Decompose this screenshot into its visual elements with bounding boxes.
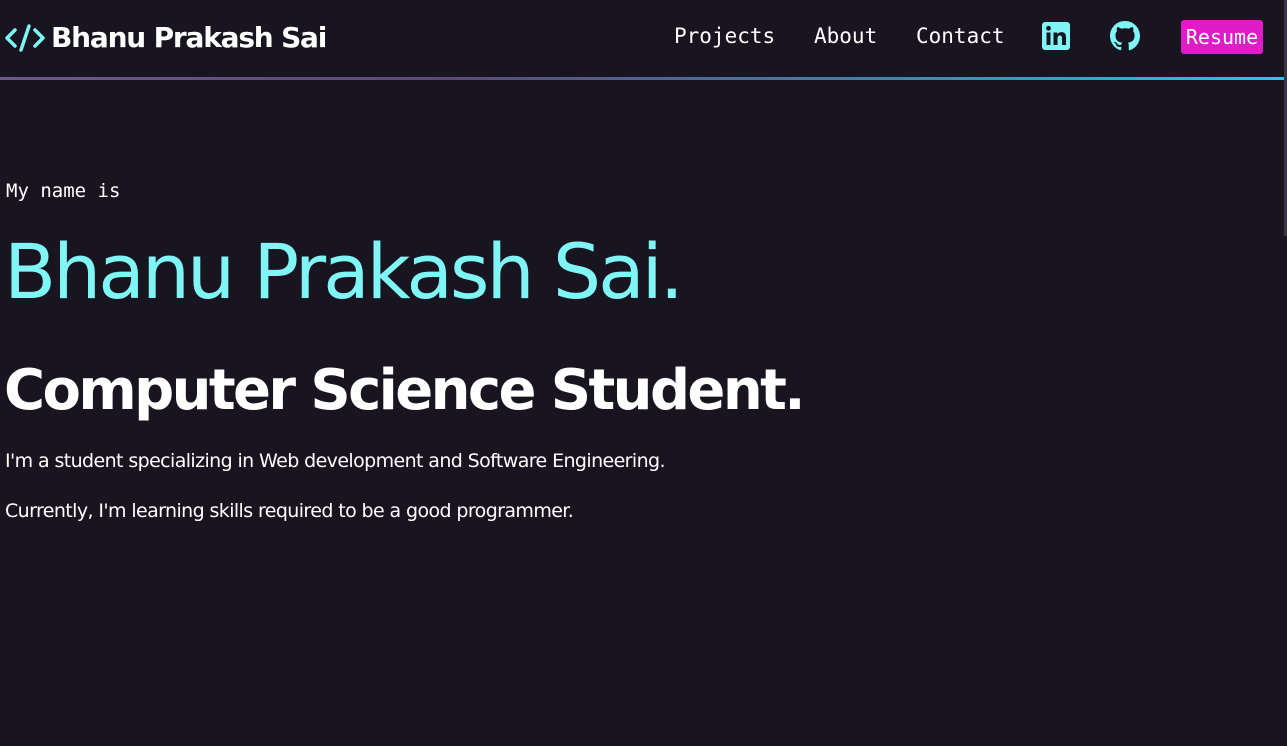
nav-link-contact[interactable]: Contact [916,22,1005,50]
github-icon[interactable] [1110,21,1140,51]
resume-button[interactable]: Resume [1181,20,1263,54]
nav-link-about[interactable]: About [814,22,877,50]
brand-name: Bhanu Prakash Sai [51,21,327,54]
code-icon [5,24,45,52]
navbar-divider [0,77,1287,80]
hero-name: Bhanu Prakash Sai. [4,227,684,316]
hero-description-2: Currently, I'm learning skills required … [5,500,574,522]
navbar: Bhanu Prakash Sai Projects About Contact… [0,0,1287,77]
intro-text: My name is [6,180,121,202]
brand-link[interactable]: Bhanu Prakash Sai [5,18,327,58]
nav-link-projects[interactable]: Projects [674,22,775,50]
hero-role: Computer Science Student. [4,358,806,423]
hero-description-1: I'm a student specializing in Web develo… [5,450,666,472]
linkedin-icon[interactable] [1041,21,1071,51]
